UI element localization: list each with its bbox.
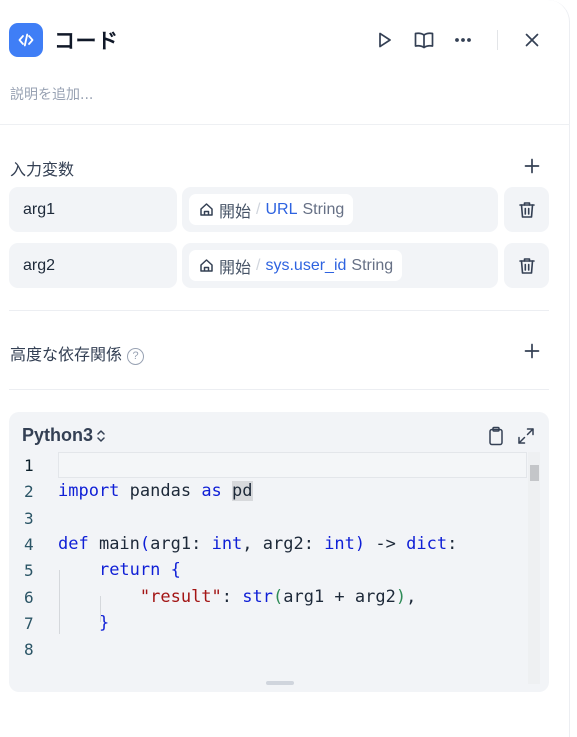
var-reference-chip: 開始 / sys.user_id String	[189, 250, 403, 281]
line-number: 5	[24, 560, 34, 580]
dependencies-label: 高度な依存関係	[10, 345, 123, 364]
description-input[interactable]	[10, 84, 530, 106]
add-dependency-button[interactable]	[522, 341, 542, 361]
code-line: 2 import pandas as pd	[9, 478, 549, 504]
close-icon	[525, 33, 539, 47]
editor-resize-handle[interactable]	[266, 681, 294, 685]
node-title[interactable]: コード	[54, 25, 119, 55]
expand-editor-button[interactable]	[515, 425, 537, 447]
line-number: 4	[24, 534, 34, 554]
run-button[interactable]	[370, 26, 398, 54]
language-select[interactable]: Python3	[22, 425, 107, 446]
code-line: 3	[9, 505, 549, 531]
trash-icon	[518, 257, 535, 274]
code-text: }	[98, 613, 110, 633]
plus-icon	[524, 343, 540, 359]
home-icon	[200, 259, 213, 272]
code-line: 7 }	[9, 610, 549, 636]
code-text: return {	[98, 560, 181, 580]
header-divider	[497, 30, 498, 50]
code-line: 1	[9, 452, 549, 478]
input-vars-title: 入力変数	[10, 160, 75, 179]
var-reference-selector[interactable]: 開始 / sys.user_id String	[182, 243, 498, 288]
trash-icon	[518, 201, 535, 218]
current-line-highlight	[58, 452, 527, 478]
copy-code-button[interactable]	[485, 425, 507, 447]
ref-type: String	[302, 200, 345, 218]
home-icon	[200, 203, 213, 216]
plus-icon	[524, 158, 540, 174]
section-divider	[9, 389, 549, 390]
language-label: Python3	[22, 425, 94, 445]
ref-separator: /	[256, 256, 261, 274]
code-text: import pandas as pd	[58, 481, 253, 501]
ref-separator: /	[256, 200, 261, 218]
dependencies-title: 高度な依存関係?	[10, 341, 145, 365]
more-horizontal-icon	[455, 38, 471, 42]
docs-button[interactable]	[410, 26, 438, 54]
code-editor: Python3 1 2 import pandas as pd 3 4 def …	[9, 412, 549, 692]
ref-variable: sys.user_id	[265, 256, 347, 274]
var-reference-chip: 開始 / URL String	[189, 194, 354, 225]
ref-type: String	[351, 256, 394, 274]
more-button[interactable]	[449, 26, 477, 54]
indent-guide	[59, 570, 60, 634]
ref-source-node: 開始	[219, 203, 252, 221]
var-name-field[interactable]: arg1	[9, 187, 177, 232]
code-line: 5 return {	[9, 557, 549, 583]
indent-guide	[100, 596, 101, 622]
panel-header: コード	[0, 0, 570, 125]
code-node-panel: コード 入力変数	[0, 0, 570, 737]
delete-var-button[interactable]	[504, 243, 549, 288]
code-input-area[interactable]: 1 2 import pandas as pd 3 4 def main(arg…	[9, 452, 549, 684]
code-line: 4 def main(arg1: int, arg2: int) -> dict…	[9, 531, 549, 557]
add-input-var-button[interactable]	[522, 156, 542, 176]
chevron-up-down-icon	[97, 429, 105, 442]
question-circle-icon[interactable]: ?	[127, 347, 145, 365]
line-number: 6	[24, 587, 34, 607]
code-line: 8	[9, 636, 549, 662]
line-number: 2	[24, 481, 34, 501]
play-icon	[379, 32, 391, 48]
line-number: 7	[24, 613, 34, 633]
code-line: 6 "result": str(arg1 + arg2),	[9, 584, 549, 610]
line-number: 3	[24, 508, 34, 528]
ref-variable: URL	[265, 200, 298, 218]
clipboard-icon	[489, 426, 503, 446]
delete-var-button[interactable]	[504, 187, 549, 232]
line-number: 1	[24, 455, 34, 475]
book-open-icon	[414, 32, 434, 49]
ref-source-node: 開始	[219, 259, 252, 277]
code-text: def main(arg1: int, arg2: int) -> dict:	[58, 534, 458, 554]
section-divider	[9, 310, 549, 311]
code-text: "result": str(arg1 + arg2),	[139, 587, 417, 607]
code-icon	[9, 23, 43, 57]
line-number: 8	[24, 639, 34, 659]
expand-icon	[518, 428, 534, 444]
close-button[interactable]	[518, 26, 546, 54]
var-reference-selector[interactable]: 開始 / URL String	[182, 187, 498, 232]
var-name-field[interactable]: arg2	[9, 243, 177, 288]
